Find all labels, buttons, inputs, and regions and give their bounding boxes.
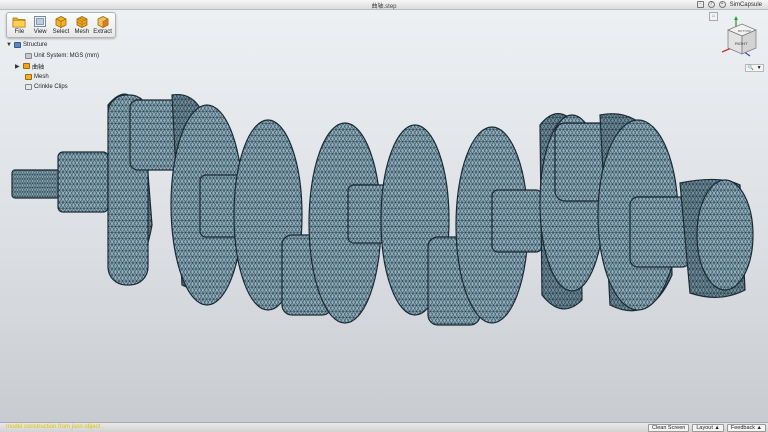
- view-label: View: [33, 29, 47, 35]
- main-toolbar: File View Select Mesh Extract: [6, 12, 116, 38]
- rear-flange[interactable]: [696, 179, 754, 291]
- expand-arrow-icon[interactable]: ▼: [6, 42, 14, 48]
- tree-item-part[interactable]: ▶ 曲轴: [6, 61, 126, 72]
- select-cube-icon: [55, 16, 67, 28]
- collapse-arrow-icon[interactable]: ▶: [15, 63, 23, 70]
- file-label: File: [14, 29, 25, 35]
- view-icon: [34, 16, 47, 27]
- front-journal[interactable]: [57, 151, 109, 213]
- status-bar: model construction from json object Clea…: [0, 422, 768, 432]
- structure-icon: [14, 42, 21, 49]
- shaft-nose[interactable]: [11, 169, 63, 199]
- status-buttons: Clean Screen Layout ▲ Feedback ▲: [648, 424, 766, 432]
- file-button[interactable]: File: [10, 15, 29, 35]
- help-icon[interactable]: ?: [707, 1, 715, 8]
- clean-screen-button[interactable]: Clean Screen: [648, 424, 690, 432]
- window-title: 曲轴.step: [371, 4, 397, 10]
- folder-icon: [12, 17, 26, 28]
- title-bar: 曲轴.step ▫ ? • SimCapsule: [0, 0, 768, 10]
- extract-button[interactable]: Extract: [93, 15, 112, 35]
- extract-label: Extract: [93, 29, 112, 35]
- viewport-3d[interactable]: [0, 75, 768, 335]
- cube-top-label: BOTTOM: [738, 29, 751, 33]
- view-tools[interactable]: 🔍 ▼: [745, 64, 764, 72]
- extract-cube-icon: [97, 16, 108, 28]
- tree-item-unit-system[interactable]: Unit System: MGS (mm): [6, 51, 126, 62]
- view-cube[interactable]: RIGHT BOTTOM: [718, 16, 766, 60]
- mesh-button[interactable]: Mesh: [72, 15, 91, 35]
- mesh-cube-icon: [76, 16, 88, 28]
- user-name[interactable]: SimCapsule: [730, 2, 762, 8]
- main-journal-4[interactable]: [491, 189, 543, 253]
- cube-right-label: RIGHT: [735, 41, 748, 46]
- feedback-button[interactable]: Feedback ▲: [726, 424, 766, 432]
- layout-button[interactable]: Layout ▲: [692, 424, 724, 432]
- title-bar-right: ▫ ? • SimCapsule: [696, 1, 762, 8]
- tree-item-label: 曲轴: [32, 64, 45, 71]
- tree-item-label: Structure: [23, 42, 48, 49]
- select-label: Select: [52, 29, 70, 35]
- rear-journal[interactable]: [629, 196, 691, 268]
- window-tile-icon[interactable]: ▫: [696, 1, 704, 8]
- user-icon[interactable]: •: [718, 1, 726, 8]
- magnify-icon[interactable]: 🔍: [747, 65, 753, 71]
- home-view-icon[interactable]: ⌂: [709, 12, 718, 21]
- tree-item-structure[interactable]: ▼ Structure: [6, 40, 126, 51]
- units-icon: [25, 52, 32, 59]
- part-icon: [23, 63, 30, 70]
- view-button[interactable]: View: [31, 15, 50, 35]
- status-message: model construction from json object: [6, 424, 101, 430]
- mesh-label: Mesh: [74, 29, 90, 35]
- tree-item-label: Unit System: MGS (mm): [34, 52, 100, 59]
- select-button[interactable]: Select: [52, 15, 71, 35]
- dropdown-arrow-icon[interactable]: ▼: [757, 65, 762, 71]
